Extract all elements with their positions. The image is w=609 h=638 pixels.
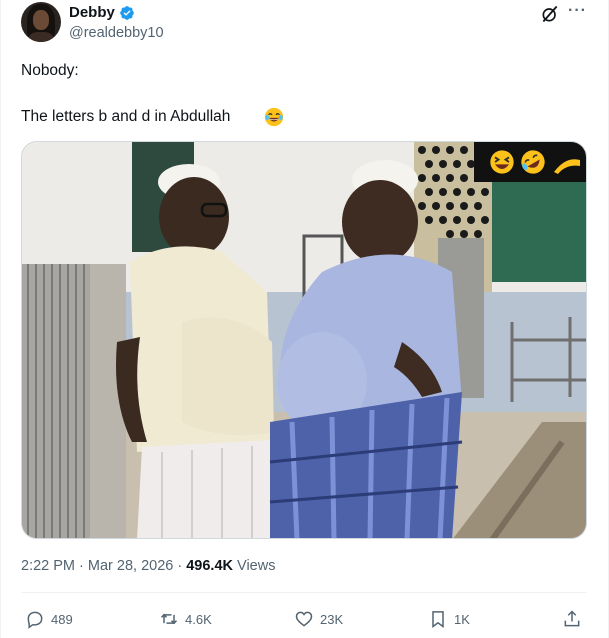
bookmark-icon bbox=[432, 611, 444, 628]
tweet-time[interactable]: 2:22 PM bbox=[21, 558, 75, 574]
repost-count: 4.6K bbox=[185, 611, 212, 627]
author-handle[interactable]: @realdebby10 bbox=[69, 25, 164, 41]
like-button[interactable]: 23K bbox=[294, 608, 343, 630]
reply-icon bbox=[27, 611, 43, 629]
author-name[interactable]: Debby bbox=[69, 4, 115, 21]
avatar[interactable] bbox=[21, 2, 61, 42]
views-count: 496.4K bbox=[186, 558, 233, 574]
tweet-date[interactable]: Mar 28, 2026 bbox=[88, 558, 173, 574]
tweet-metadata: 2:22 PM · Mar 28, 2026 · 496.4K Views bbox=[21, 558, 276, 574]
like-count: 23K bbox=[320, 611, 344, 627]
tweet-text-line-1: Nobody: bbox=[21, 62, 79, 79]
repost-button[interactable]: 4.6K bbox=[159, 608, 212, 630]
heart-icon bbox=[295, 611, 313, 627]
rolling-on-floor-laughing-face-icon bbox=[521, 150, 545, 174]
views-label: Views bbox=[233, 558, 276, 574]
tweet-card: Debby @realdebby10 ··· Nobody: The lette… bbox=[0, 0, 609, 638]
laughing-face-icon bbox=[490, 150, 514, 174]
verified-badge-icon bbox=[120, 6, 134, 20]
more-options-icon[interactable]: ··· bbox=[568, 2, 587, 20]
share-icon bbox=[564, 610, 580, 627]
partial-emoji-icon bbox=[554, 159, 580, 174]
divider bbox=[21, 592, 587, 593]
repost-icon bbox=[160, 613, 178, 625]
tweet-text-line-2: The letters b and d in Abdullah bbox=[21, 108, 231, 125]
reply-button[interactable]: 489 bbox=[25, 608, 73, 630]
bookmark-count: 1K bbox=[454, 611, 470, 627]
face-with-tears-of-joy-icon bbox=[264, 107, 284, 127]
reply-count: 489 bbox=[51, 611, 73, 627]
bookmark-button[interactable]: 1K bbox=[428, 608, 470, 630]
photo-two-men-facing bbox=[22, 142, 586, 538]
share-button[interactable] bbox=[562, 608, 588, 630]
grok-icon[interactable] bbox=[540, 4, 560, 24]
tweet-image[interactable] bbox=[21, 141, 587, 539]
